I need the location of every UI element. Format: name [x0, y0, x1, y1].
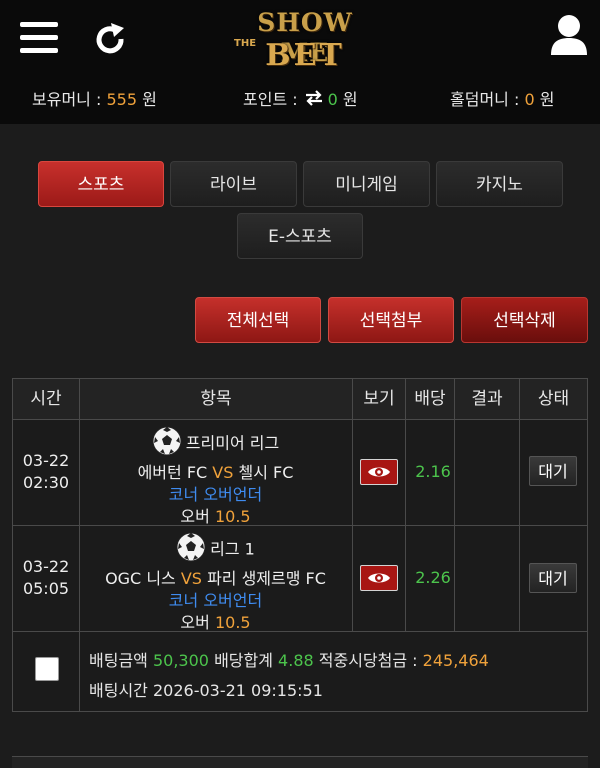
row1-league: 프리미어 리그 — [185, 433, 280, 453]
row2-home-team: OGC 니스 — [105, 569, 176, 588]
row2-market: 코너 오버언더 — [168, 591, 263, 610]
soccer-ball-icon — [152, 426, 182, 462]
holdem-money: 홀덤머니 : 0 원 — [450, 88, 554, 112]
point-value: 0 — [327, 90, 338, 109]
eye-icon — [368, 467, 390, 477]
delete-selected-button[interactable]: 선택삭제 — [461, 297, 588, 343]
holdem-unit: 원 — [539, 90, 555, 109]
point-unit: 원 — [342, 90, 358, 109]
row1-home-team: 에버턴 FC — [137, 463, 208, 482]
row1-item: 프리미어 리그 에버턴 FC VS 첼시 FC 코너 오버언더 오버 10.5 — [79, 426, 352, 528]
total-odds-label: 배당합계 — [214, 651, 273, 670]
tab-live[interactable]: 라이브 — [170, 161, 297, 207]
bet-amount-value: 50,300 — [152, 651, 209, 670]
refresh-icon[interactable] — [92, 22, 128, 58]
row2-league: 리그 1 — [210, 539, 255, 559]
soccer-ball-icon — [176, 532, 206, 568]
row2-view-button[interactable] — [360, 565, 398, 591]
row2-away-team: 파리 생제르맹 FC — [207, 569, 326, 588]
menu-icon[interactable] — [20, 22, 58, 54]
attach-selected-button[interactable]: 선택첨부 — [328, 297, 454, 343]
row2-item: 리그 1 OGC 니스 VS 파리 생제르맹 FC 코너 오버언더 오버 10.… — [79, 532, 352, 634]
row2-pick: 오버 — [180, 613, 210, 632]
payout-label: 적중시당첨금 : — [318, 651, 418, 670]
logo[interactable]: SHOW ME THE BET — [232, 8, 378, 72]
row1-market: 코너 오버언더 — [168, 485, 263, 504]
header-odds: 배당 — [406, 379, 454, 419]
tab-sports[interactable]: 스포츠 — [38, 161, 164, 207]
bet-history-table: 시간 항목 보기 배당 결과 상태 03-22 02:30 프리미어 리그 에버… — [12, 378, 588, 712]
logo-line2: BET — [265, 38, 345, 73]
row1-date: 03-22 — [22, 451, 70, 470]
payout-value: 245,464 — [422, 651, 489, 670]
tab-esports[interactable]: E-스포츠 — [237, 213, 363, 259]
holding-value: 555 — [106, 90, 137, 109]
row2-vs: VS — [180, 569, 202, 588]
header-view: 보기 — [353, 379, 405, 419]
header-result: 결과 — [455, 379, 519, 419]
user-icon[interactable] — [550, 14, 588, 56]
header-status: 상태 — [520, 379, 587, 419]
logo-line1: SHOW ME — [257, 8, 353, 67]
row1-pick: 오버 — [180, 507, 210, 526]
row1-clock: 02:30 — [22, 473, 70, 492]
row2-time: 03-22 05:05 — [13, 556, 79, 600]
row1-status-button[interactable]: 대기 — [529, 456, 577, 486]
holdem-label: 홀덤머니 : — [450, 90, 520, 109]
header-bar: SHOW ME THE BET 보유머니 : 555 원 포인트 : 0 원 홀덤… — [0, 0, 600, 124]
bet-time-line: 배팅시간 2026-03-21 09:15:51 — [89, 677, 323, 701]
holdem-value: 0 — [524, 90, 535, 109]
row1-odds: 2.16 — [415, 462, 451, 481]
eye-icon — [368, 573, 390, 583]
bet-time-value: 2026-03-21 09:15:51 — [152, 681, 323, 700]
row2-line: 10.5 — [214, 613, 251, 632]
row1-time: 03-22 02:30 — [13, 450, 79, 494]
tab-casino[interactable]: 카지노 — [436, 161, 563, 207]
header-time: 시간 — [13, 379, 79, 419]
select-all-button[interactable]: 전체선택 — [195, 297, 321, 343]
row1-view-button[interactable] — [360, 459, 398, 485]
bet-amount-label: 배팅금액 — [89, 651, 148, 670]
row1-line: 10.5 — [214, 507, 251, 526]
total-odds-value: 4.88 — [278, 651, 314, 670]
row1-away-team: 첼시 FC — [238, 463, 294, 482]
row2-odds: 2.26 — [415, 568, 451, 587]
holding-label: 보유머니 : — [32, 90, 102, 109]
point-label: 포인트 : — [243, 90, 298, 109]
bet-summary-line: 배팅금액 50,300 배당합계 4.88 적중시당첨금 : 245,464 — [89, 647, 489, 671]
bet-time-label: 배팅시간 — [89, 681, 148, 700]
row1-vs: VS — [212, 463, 234, 482]
row2-status-button[interactable]: 대기 — [529, 563, 577, 593]
next-table-edge — [12, 756, 588, 768]
holding-unit: 원 — [142, 90, 157, 109]
exchange-icon[interactable] — [304, 89, 324, 113]
point-info[interactable]: 포인트 : 0 원 — [243, 88, 358, 113]
row2-date: 03-22 — [22, 557, 70, 576]
header-item: 항목 — [80, 379, 352, 419]
holding-money: 보유머니 : 555 원 — [32, 88, 157, 112]
row2-clock: 05:05 — [22, 579, 70, 598]
select-bet-checkbox[interactable] — [35, 657, 59, 681]
tab-minigame[interactable]: 미니게임 — [303, 161, 430, 207]
